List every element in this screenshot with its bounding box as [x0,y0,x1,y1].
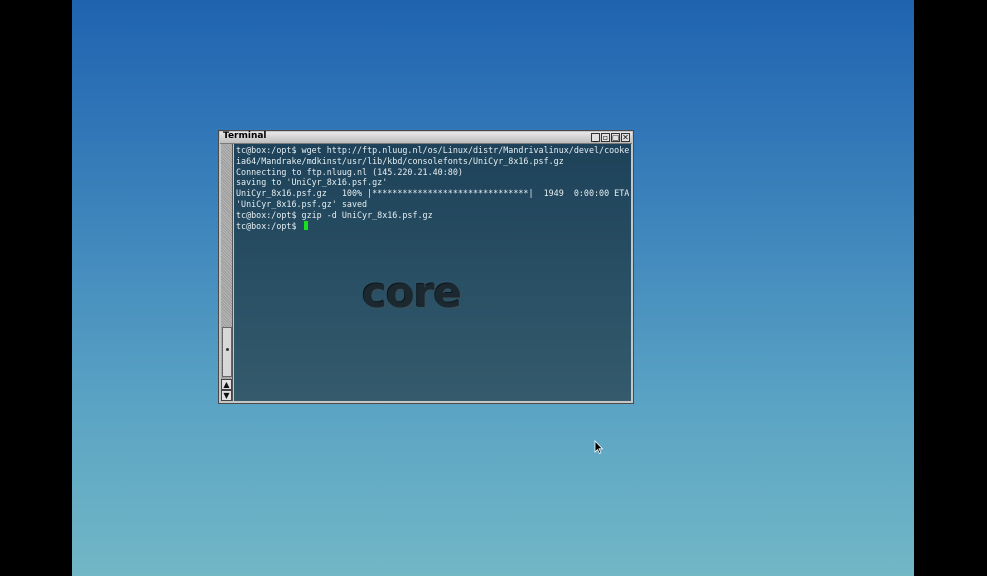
terminal-line: tc@box:/opt$ gzip -d UniCyr_8x16.psf.gz [236,209,433,220]
text-cursor [303,220,308,230]
vertical-scrollbar[interactable]: ▲ ▼ [221,144,233,401]
close-button[interactable]: ✕ [621,133,630,142]
terminal-lines: tc@box:/opt$ wget http://ftp.nluug.nl/os… [236,145,629,231]
maximize-button[interactable]: ▢ [611,133,620,142]
thumb-grip-icon [226,348,229,351]
terminal-prompt: tc@box:/opt$ [236,220,302,231]
scrollbar-thumb[interactable] [222,327,232,377]
terminal-prompt-line: tc@box:/opt$ [236,220,629,232]
mouse-pointer-icon [594,440,604,454]
terminal-line: Connecting to ftp.nluug.nl (145.220.21.4… [236,166,463,177]
terminal-line: saving to 'UniCyr_8x16.psf.gz' [236,177,388,188]
core-logo: core [362,268,462,317]
window-title: Terminal [223,131,267,141]
terminal-line: tc@box:/opt$ wget http://ftp.nluug.nl/os… [236,145,629,155]
restore-button[interactable]: ▫ [601,133,610,142]
window-titlebar[interactable]: Terminal _ ▫ ▢ ✕ [220,131,632,144]
window-controls: _ ▫ ▢ ✕ [591,133,630,142]
terminal-window[interactable]: Terminal _ ▫ ▢ ✕ ▲ ▼ core tc@box:/opt$ w… [218,130,634,404]
terminal-line: ia64/Mandrake/mdkinst/usr/lib/kbd/consol… [236,155,564,166]
minimize-button[interactable]: _ [591,133,600,142]
scroll-up-arrow-icon[interactable]: ▲ [221,379,232,390]
scroll-down-arrow-icon[interactable]: ▼ [221,390,232,401]
terminal-line: UniCyr_8x16.psf.gz 100% |***************… [236,188,629,199]
terminal-line: 'UniCyr_8x16.psf.gz' saved [236,198,368,209]
terminal-output-area[interactable]: core tc@box:/opt$ wget http://ftp.nluug.… [234,144,631,401]
